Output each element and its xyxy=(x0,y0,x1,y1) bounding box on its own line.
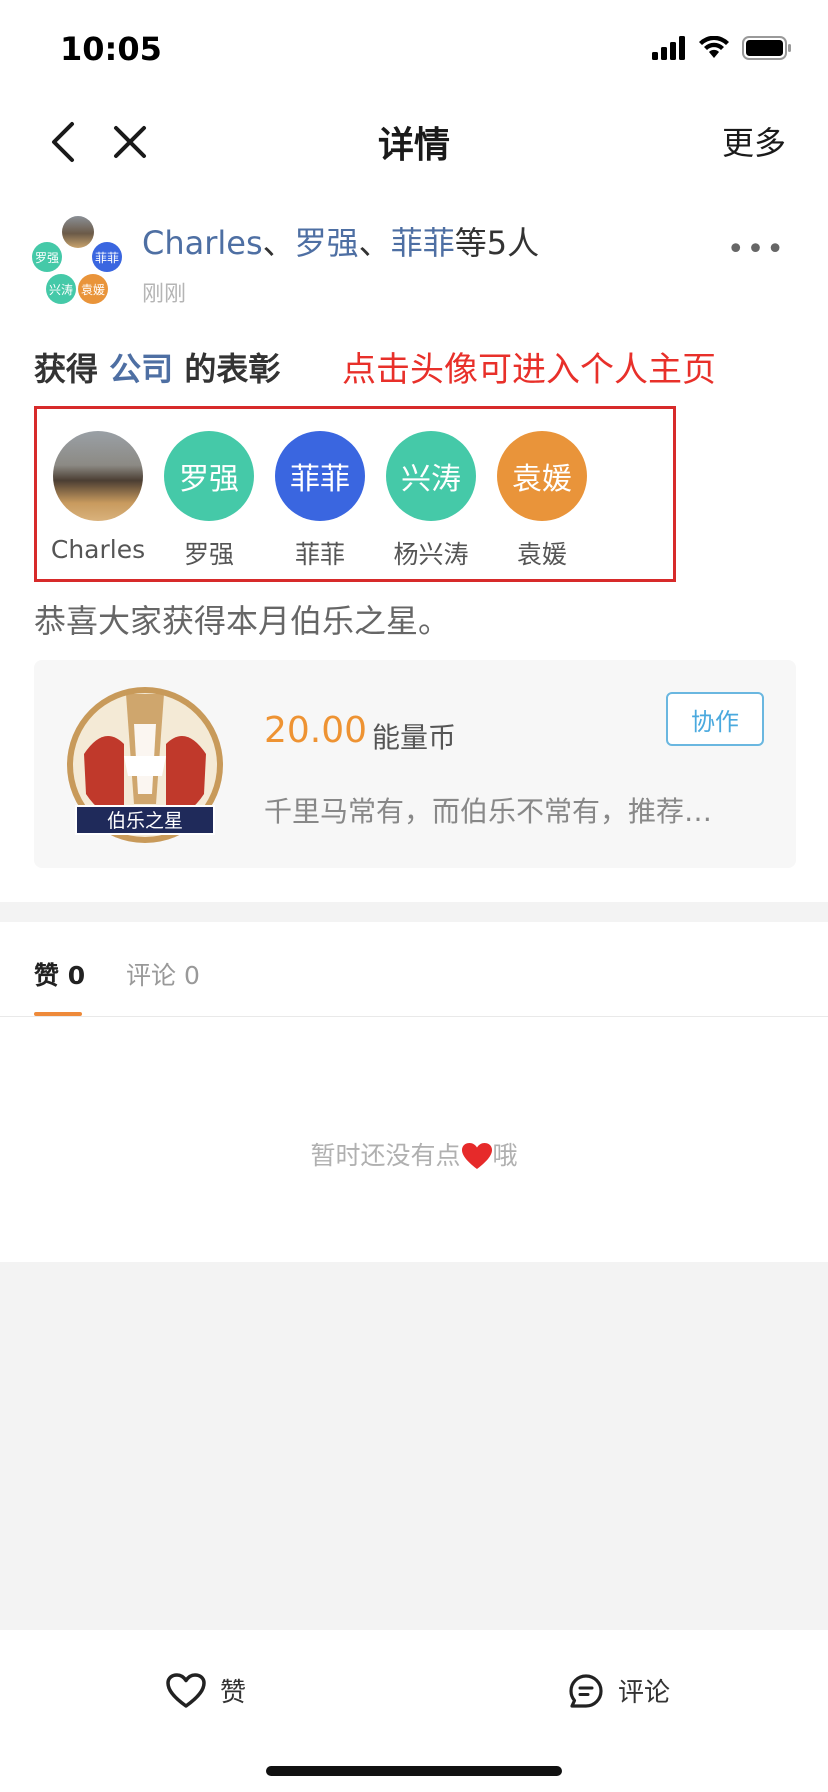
tabs-border xyxy=(0,1016,828,1017)
author-link-charles[interactable]: Charles xyxy=(142,224,263,262)
battery-icon xyxy=(742,36,791,60)
avatar-mini: 袁媛 xyxy=(78,274,108,304)
avatar-photo-charles xyxy=(62,216,94,248)
page-title: 详情 xyxy=(377,125,450,166)
recipient-name: 菲菲 xyxy=(294,540,345,569)
avatar[interactable]: 罗强 xyxy=(164,431,254,521)
status-time: 10:05 xyxy=(60,30,162,68)
like-label: 赞 xyxy=(220,1678,247,1708)
recipient-item[interactable]: Charles xyxy=(43,431,153,564)
status-icons xyxy=(652,36,792,60)
recipient-name: 罗强 xyxy=(183,540,234,569)
avatar[interactable]: 菲菲 xyxy=(275,431,365,521)
wifi-icon xyxy=(699,36,729,58)
avatar[interactable]: 袁媛 xyxy=(497,431,587,521)
tab-likes[interactable]: 赞 0 xyxy=(34,956,85,992)
tab-comments[interactable]: 评论 0 xyxy=(126,956,200,992)
card-description: 千里马常有，而伯乐不常有，推荐… xyxy=(264,795,713,828)
like-button[interactable]: 赞 xyxy=(166,1672,246,1709)
name-separator: 、 xyxy=(358,224,391,262)
medal-label: 伯乐之星 xyxy=(107,810,183,832)
heart-icon xyxy=(461,1143,492,1169)
recipient-item[interactable]: 罗强 罗强 xyxy=(154,431,264,571)
group-avatar[interactable]: 罗强 菲菲 兴涛 袁媛 xyxy=(28,212,128,312)
tab-likes-label: 赞 xyxy=(34,961,60,990)
comment-label: 评论 xyxy=(618,1678,671,1708)
tab-comments-label: 评论 xyxy=(126,961,177,990)
names-suffix: 等5人 xyxy=(454,224,540,262)
recipients-list: Charles 罗强 罗强 菲菲 菲菲 兴涛 杨兴涛 袁媛 袁媛 xyxy=(34,406,676,582)
award-line: 获得 公司 的表彰 xyxy=(34,344,280,390)
empty-text-after: 哦 xyxy=(492,1141,518,1170)
recipient-item[interactable]: 兴涛 杨兴涛 xyxy=(376,431,486,571)
post-menu-button[interactable]: ••• xyxy=(727,232,786,267)
congrats-text: 恭喜大家获得本月伯乐之星。 xyxy=(34,602,451,640)
avatar-mini: 罗强 xyxy=(32,242,62,272)
award-suffix: 的表彰 xyxy=(184,350,281,388)
bole-star-medal-icon: 伯乐之星 xyxy=(67,687,223,843)
heart-outline-icon xyxy=(166,1672,206,1708)
author-link-luoqiang[interactable]: 罗强 xyxy=(295,224,359,262)
avatar-mini: 兴涛 xyxy=(46,274,76,304)
coin-amount: 20.00 xyxy=(264,710,368,751)
post-timestamp: 刚刚 xyxy=(142,282,187,307)
avatar[interactable]: 兴涛 xyxy=(386,431,476,521)
name-separator: 、 xyxy=(262,224,295,262)
empty-likes-message: 暂时还没有点 哦 xyxy=(0,1136,828,1172)
annotation-hint: 点击头像可进入个人主页 xyxy=(342,350,716,390)
tab-likes-count: 0 xyxy=(67,961,86,990)
author-link-feifei[interactable]: 菲菲 xyxy=(391,224,455,262)
comment-icon xyxy=(569,1673,603,1708)
content-background xyxy=(0,1262,828,1630)
home-indicator xyxy=(266,1766,562,1776)
avatar-mini: 菲菲 xyxy=(92,242,122,272)
recipient-name: Charles xyxy=(50,535,146,564)
coin-unit: 能量币 xyxy=(372,721,457,754)
recipient-item[interactable]: 袁媛 袁媛 xyxy=(487,431,597,571)
recipient-item[interactable]: 菲菲 菲菲 xyxy=(265,431,375,571)
award-company-link[interactable]: 公司 xyxy=(109,350,173,388)
comment-button[interactable]: 评论 xyxy=(568,1672,670,1709)
collaborate-button[interactable]: 协作 xyxy=(666,692,764,746)
award-prefix: 获得 xyxy=(34,350,99,388)
section-divider xyxy=(0,902,828,922)
tab-comments-count: 0 xyxy=(183,961,200,990)
more-button[interactable]: 更多 xyxy=(722,118,786,164)
cellular-signal-icon xyxy=(652,36,685,60)
recipient-name: 袁媛 xyxy=(516,540,567,569)
post-author-names: Charles、罗强、菲菲等5人 xyxy=(142,218,539,264)
empty-text-before: 暂时还没有点 xyxy=(310,1141,461,1170)
award-card[interactable]: 伯乐之星 20.00 能量币 千里马常有，而伯乐不常有，推荐… 协作 xyxy=(34,660,796,868)
recipient-name: 杨兴涛 xyxy=(393,540,469,569)
avatar[interactable] xyxy=(53,431,143,521)
